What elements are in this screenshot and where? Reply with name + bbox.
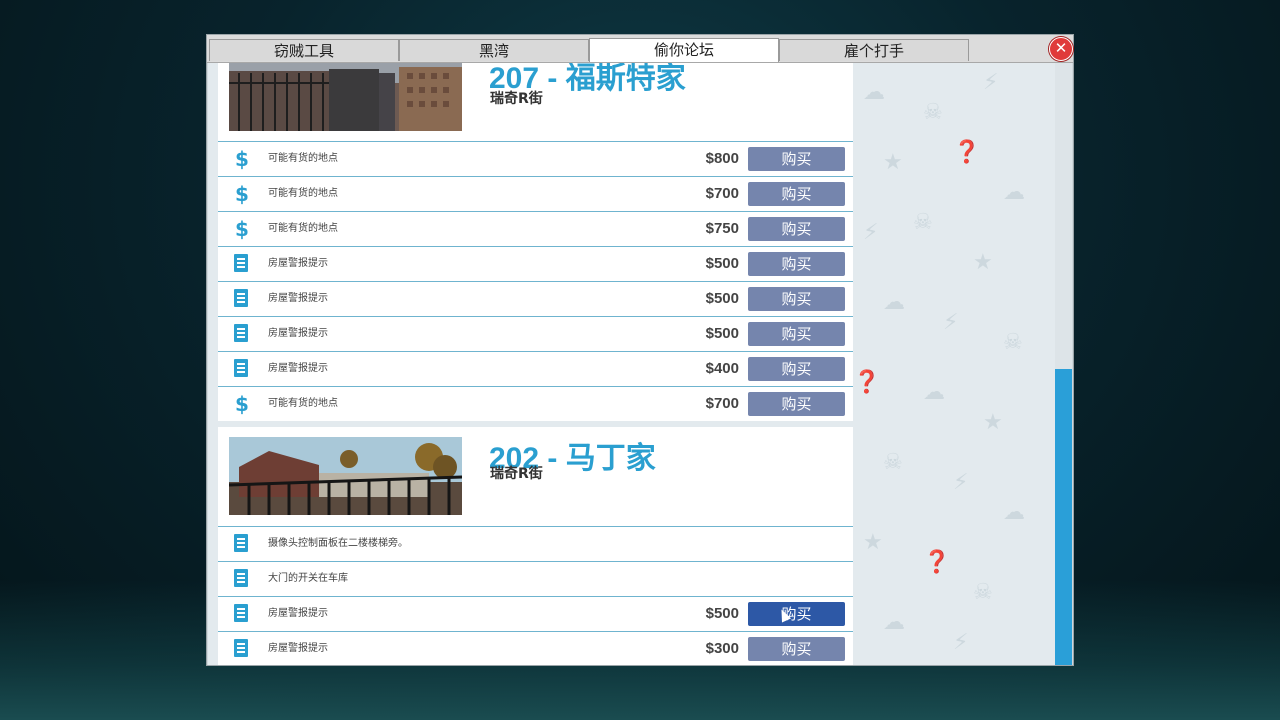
content-area: 207 - 福斯特家 瑞奇R街 $ 可能有货的地点 $800 购买 $ 可能有货…: [208, 63, 1072, 665]
house-street: 瑞奇R街: [490, 91, 543, 107]
list-item: 大门的开关在车库: [218, 561, 853, 596]
buy-button[interactable]: 购买: [748, 357, 845, 381]
dollar-icon: $: [235, 217, 249, 241]
item-label: 房屋警报提示: [268, 293, 328, 304]
item-label: 房屋警报提示: [268, 643, 328, 654]
tab-black-bay[interactable]: 黑湾: [399, 39, 589, 61]
notepad-icon: [234, 604, 248, 622]
notepad-icon: [234, 359, 248, 377]
item-price: $800: [705, 150, 739, 167]
item-label: 可能有货的地点: [268, 223, 338, 234]
buy-button[interactable]: 购买: [748, 147, 845, 171]
notepad-icon: [234, 534, 248, 552]
list-item: 房屋警报提示 $500 购买: [218, 281, 853, 316]
buy-button[interactable]: 购买: [748, 287, 845, 311]
item-label: 房屋警报提示: [268, 363, 328, 374]
notepad-icon: [234, 639, 248, 657]
buy-button[interactable]: 购买: [748, 252, 845, 276]
list-item: $ 可能有货的地点 $800 购买: [218, 141, 853, 176]
item-label: 可能有货的地点: [268, 153, 338, 164]
item-price: $300: [705, 640, 739, 657]
item-price: $700: [705, 185, 739, 202]
item-price: $500: [705, 255, 739, 272]
buy-button[interactable]: 购买: [748, 637, 845, 661]
dollar-icon: $: [235, 392, 249, 416]
buy-button[interactable]: 购买: [748, 322, 845, 346]
tab-bar: 窃贼工具 黑湾 偷你论坛 雇个打手 ✕: [207, 35, 1073, 63]
buy-button[interactable]: 购买: [748, 392, 845, 416]
item-label: 大门的开关在车库: [268, 573, 348, 584]
item-price: $500: [705, 325, 739, 342]
item-price: $500: [705, 605, 739, 622]
house-photo: [229, 437, 462, 515]
buy-button[interactable]: 购买: [748, 182, 845, 206]
notepad-icon: [234, 289, 248, 307]
item-label: 摄像头控制面板在二楼楼梯旁。: [268, 538, 408, 549]
item-label: 房屋警报提示: [268, 258, 328, 269]
list-item: 房屋警报提示 $500 购买: [218, 246, 853, 281]
notepad-icon: [234, 324, 248, 342]
forum-window: 窃贼工具 黑湾 偷你论坛 雇个打手 ✕ 207 - 福斯特家 瑞奇R街 $ 可能…: [206, 34, 1074, 666]
item-label: 可能有货的地点: [268, 398, 338, 409]
list-item: 房屋警报提示 $500 购买: [218, 316, 853, 351]
item-label: 可能有货的地点: [268, 188, 338, 199]
scrollbar[interactable]: [1055, 63, 1072, 665]
item-price: $700: [705, 395, 739, 412]
house-street: 瑞奇R街: [490, 466, 543, 482]
house-card: 207 - 福斯特家 瑞奇R街 $ 可能有货的地点 $800 购买 $ 可能有货…: [218, 63, 853, 421]
close-icon[interactable]: ✕: [1049, 37, 1073, 61]
tab-forum[interactable]: 偷你论坛: [589, 38, 779, 62]
buy-button[interactable]: 购买: [748, 217, 845, 241]
notepad-icon: [234, 569, 248, 587]
listing-panel: 207 - 福斯特家 瑞奇R街 $ 可能有货的地点 $800 购买 $ 可能有货…: [218, 63, 853, 665]
list-item: $ 可能有货的地点 $750 购买: [218, 211, 853, 246]
buy-button[interactable]: 购买: [748, 602, 845, 626]
notepad-icon: [234, 254, 248, 272]
item-price: $750: [705, 220, 739, 237]
list-item: 房屋警报提示 $400 购买: [218, 351, 853, 386]
item-price: $400: [705, 360, 739, 377]
item-label: 房屋警报提示: [268, 328, 328, 339]
house-photo: [229, 63, 462, 131]
item-label: 房屋警报提示: [268, 608, 328, 619]
dollar-icon: $: [235, 182, 249, 206]
item-price: $500: [705, 290, 739, 307]
list-item: 房屋警报提示 $500 购买: [218, 596, 853, 631]
list-item: $ 可能有货的地点 $700 购买: [218, 386, 853, 421]
tab-hire-thug[interactable]: 雇个打手: [779, 39, 969, 61]
list-item: 房屋警报提示 $300 购买: [218, 631, 853, 665]
dollar-icon: $: [235, 147, 249, 171]
house-card: 202 - 马丁家 瑞奇R街 摄像头控制面板在二楼楼梯旁。 大门的开关在车库 房…: [218, 427, 853, 665]
scrollbar-thumb[interactable]: [1055, 369, 1072, 665]
list-item: $ 可能有货的地点 $700 购买: [218, 176, 853, 211]
list-item: 摄像头控制面板在二楼楼梯旁。: [218, 526, 853, 561]
decorative-pattern: ☁ ☠ ⚡ ★ ❓ ☁ ⚡ ☠ ★ ☁ ⚡ ☠ ❓ ☁ ★ ☠ ⚡ ☁ ★ ❓ ☠ ☁ ⚡: [853, 70, 1025, 655]
tab-thief-tools[interactable]: 窃贼工具: [209, 39, 399, 61]
